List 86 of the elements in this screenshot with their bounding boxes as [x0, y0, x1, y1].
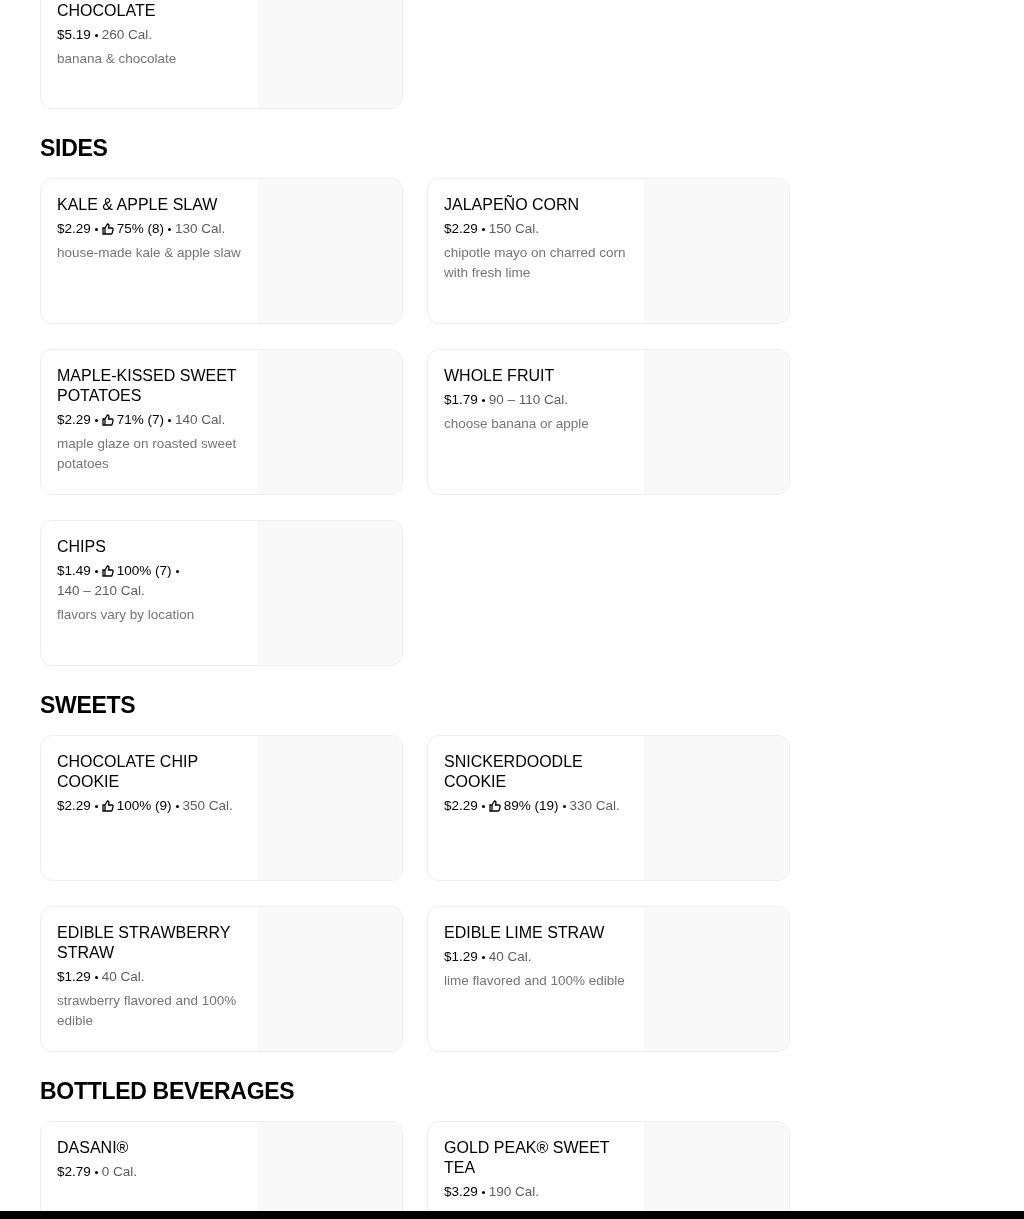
separator-dot-icon — [168, 227, 172, 231]
thumbs-up-icon — [101, 223, 114, 235]
item-name: WHOLE FRUIT — [444, 366, 555, 386]
item-price: $2.29 — [57, 411, 91, 429]
separator-dot-icon — [481, 955, 485, 959]
section-heading: BOTTLED BEVERAGES — [40, 1078, 296, 1104]
item-calories: 0 Cal. — [101, 1163, 138, 1181]
item-name: CHOCOLATE — [57, 1, 156, 21]
item-rating: 71% (7) — [116, 411, 165, 429]
item-calories: 140 – 210 Cal. — [57, 582, 145, 600]
item-calories: 260 Cal. — [101, 26, 153, 44]
item-name: KALE & APPLE SLAW — [57, 195, 218, 215]
separator-dot-icon — [481, 804, 485, 808]
separator-dot-icon — [562, 804, 566, 808]
item-description: maple glaze on roasted sweet potatoes — [57, 435, 238, 473]
item-calories: 40 Cal. — [488, 948, 532, 966]
item-price: $1.79 — [444, 391, 478, 409]
section-heading: SIDES — [40, 135, 109, 161]
separator-dot-icon — [94, 227, 98, 231]
separator-dot-icon — [94, 569, 98, 573]
separator-dot-icon — [481, 227, 485, 231]
item-name: MAPLE-KISSED SWEET POTATOES — [57, 366, 238, 406]
section-heading: SWEETS — [40, 692, 137, 718]
menu-item-card[interactable]: EDIBLE STRAWBERRY STRAW $1.29 40 Cal. strawberry flavored and 100% edible — [40, 906, 403, 1052]
separator-dot-icon — [94, 804, 98, 808]
separator-dot-icon — [481, 398, 485, 402]
item-name: SNICKERDOODLE COOKIE — [444, 752, 584, 792]
separator-dot-icon — [94, 975, 98, 979]
item-description: house-made kale & apple slaw — [57, 244, 241, 262]
item-calories: 130 Cal. — [175, 220, 226, 238]
item-name: EDIBLE LIME STRAW — [444, 923, 605, 943]
item-price: $2.29 — [57, 220, 91, 238]
separator-dot-icon — [94, 33, 98, 37]
separator-dot-icon — [94, 1170, 98, 1174]
menu-item-card[interactable]: JALAPEÑO CORN $2.29 150 Cal. chipotle mayo on charred corn with fresh lime — [427, 178, 790, 324]
item-calories: 350 Cal. — [182, 797, 233, 815]
menu-item-card[interactable]: WHOLE FRUIT $1.79 90 – 110 Cal. choose banana or apple — [427, 349, 790, 495]
item-description: chipotle mayo on charred corn with fresh lime — [444, 244, 627, 282]
separator-dot-icon — [175, 569, 179, 573]
menu-item-card[interactable]: KALE & APPLE SLAW $2.29 75% (8) 130 Cal. house-made kale & apple slaw — [40, 178, 403, 324]
menu-item-card[interactable]: SNICKERDOODLE COOKIE $2.29 89% (19) 330 Cal. — [427, 735, 790, 881]
item-price: $1.29 — [444, 948, 478, 966]
thumbs-up-icon — [488, 800, 501, 812]
item-price: $1.29 — [57, 968, 91, 986]
item-description: flavors vary by location — [57, 606, 195, 624]
item-price: $5.19 — [57, 26, 91, 44]
menu-item-card[interactable]: MAPLE-KISSED SWEET POTATOES $2.29 71% (7) 140 Cal. maple glaze on roasted sweet potatoes — [40, 349, 403, 495]
menu-item-card[interactable]: GOLD PEAK® SWEET TEA $3.29 190 Cal. — [427, 1121, 790, 1211]
item-description: lime flavored and 100% edible — [444, 972, 625, 990]
thumbs-up-icon — [101, 414, 114, 426]
item-calories: 190 Cal. — [488, 1183, 540, 1201]
item-calories: 330 Cal. — [569, 797, 620, 815]
item-price: $2.79 — [57, 1163, 91, 1181]
item-description: strawberry flavored and 100% edible — [57, 992, 238, 1030]
item-price: $1.49 — [57, 562, 91, 580]
menu-item-card[interactable]: CHIPS $1.49 100% (7) 140 – 210 Cal. flavors vary by location — [40, 520, 403, 666]
item-price: $2.29 — [57, 797, 91, 815]
menu-item-card[interactable]: EDIBLE LIME STRAW $1.29 40 Cal. lime flavored and 100% edible — [427, 906, 790, 1052]
item-name: EDIBLE STRAWBERRY STRAW — [57, 923, 232, 963]
item-name: GOLD PEAK® SWEET TEA — [444, 1138, 611, 1178]
item-name: CHIPS — [57, 537, 106, 557]
item-calories: 90 – 110 Cal. — [488, 391, 569, 409]
separator-dot-icon — [481, 1190, 485, 1194]
item-name: JALAPEÑO CORN — [444, 195, 580, 215]
thumbs-up-icon — [101, 800, 114, 812]
item-price: $2.29 — [444, 220, 478, 238]
item-calories: 150 Cal. — [488, 220, 540, 238]
separator-dot-icon — [175, 804, 179, 808]
item-name: DASANI® — [57, 1138, 129, 1158]
menu-item-card[interactable]: CHOCOLATE CHIP COOKIE $2.29 100% (9) 350 Cal. — [40, 735, 403, 881]
menu-item-card[interactable]: CHOCOLATE $5.19 260 Cal. banana & chocolate — [40, 0, 403, 109]
item-description: banana & chocolate — [57, 50, 177, 68]
item-rating: 100% (7) — [116, 562, 172, 580]
item-price: $3.29 — [444, 1183, 478, 1201]
item-description: choose banana or apple — [444, 415, 589, 433]
item-rating: 100% (9) — [116, 797, 172, 815]
item-calories: 40 Cal. — [101, 968, 145, 986]
item-name: CHOCOLATE CHIP COOKIE — [57, 752, 199, 792]
item-rating: 89% (19) — [503, 797, 559, 815]
item-price: $2.29 — [444, 797, 478, 815]
item-calories: 140 Cal. — [175, 411, 226, 429]
separator-dot-icon — [94, 418, 98, 422]
thumbs-up-icon — [101, 565, 114, 577]
separator-dot-icon — [168, 418, 172, 422]
item-rating: 75% (8) — [116, 220, 165, 238]
menu-item-card[interactable]: DASANI® $2.79 0 Cal. — [40, 1121, 403, 1211]
